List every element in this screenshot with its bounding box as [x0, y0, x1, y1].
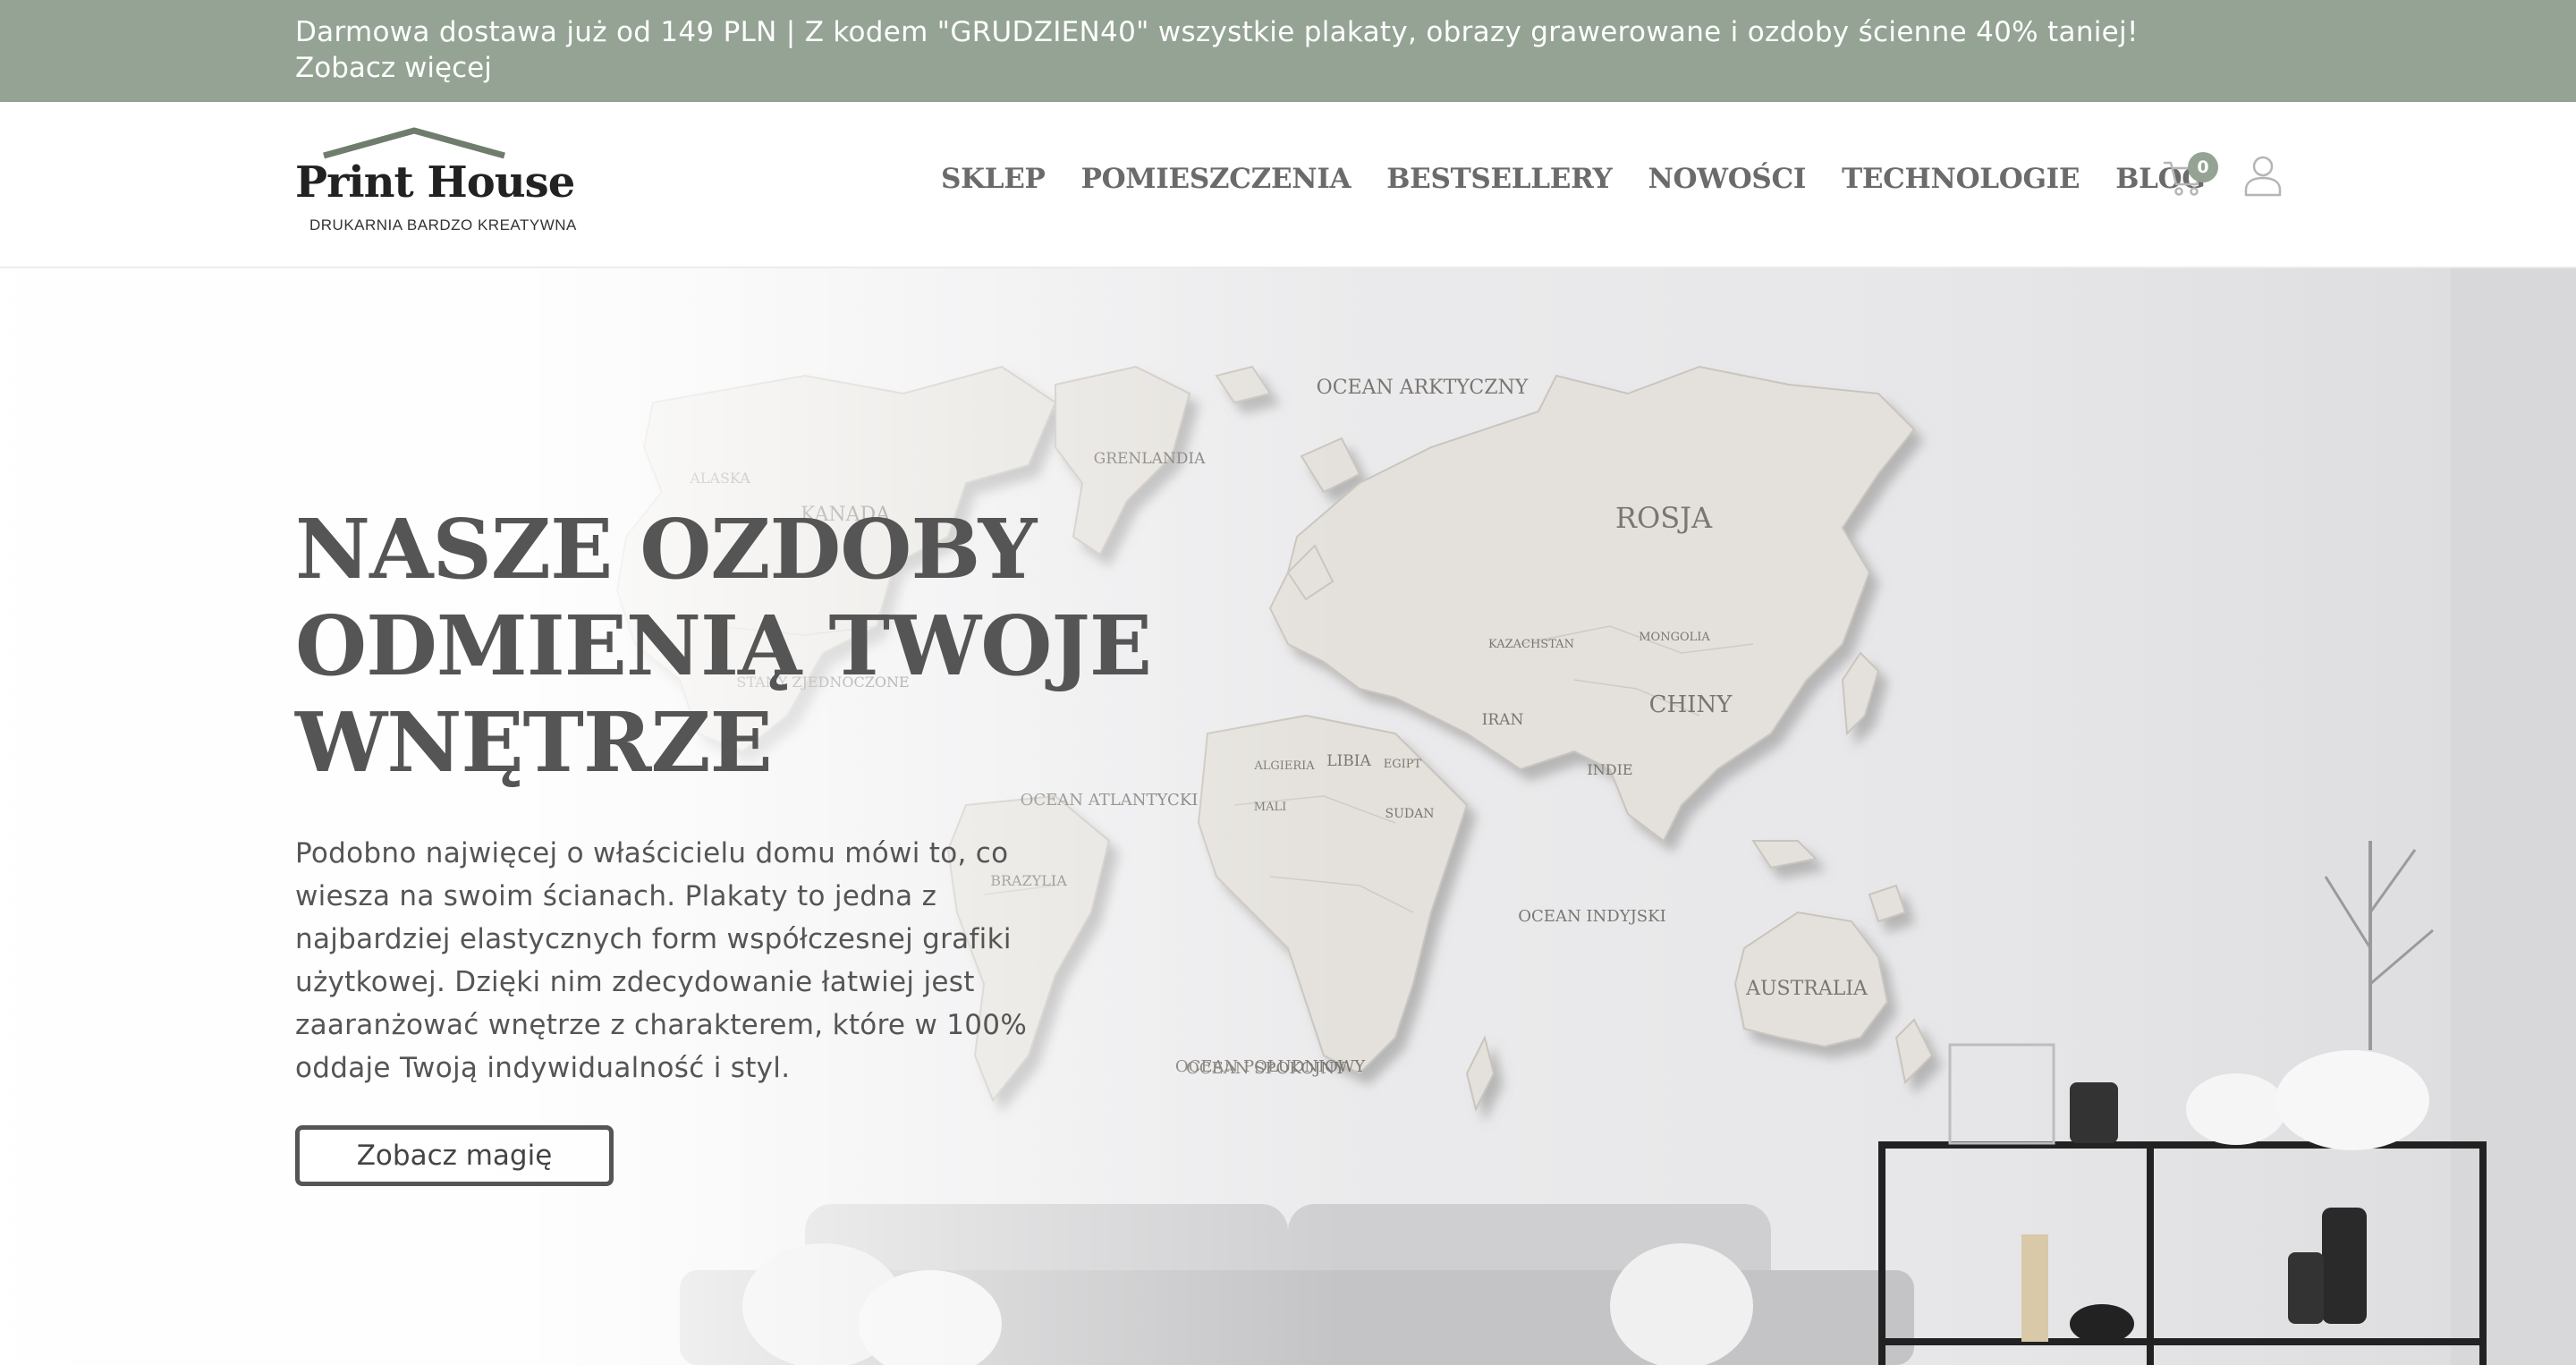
- promo-text: Darmowa dostawa już od 149 PLN | Z kodem…: [295, 16, 2139, 48]
- map-label-iran: IRAN: [1482, 711, 1524, 729]
- logo-tagline: DRUKARNIA BARDZO KREATYWNA: [309, 216, 577, 233]
- nav-item-sklep[interactable]: SKLEP: [941, 163, 1046, 195]
- map-label-indian: OCEAN INDYJSKI: [1518, 907, 1665, 926]
- nav-item-nowosci[interactable]: NOWOŚCI: [1648, 163, 1806, 195]
- main-nav: SKLEP POMIESZCZENIA BESTSELLERY NOWOŚCI …: [941, 163, 2241, 195]
- map-label-russia: ROSJA: [1615, 501, 1713, 535]
- hero-title-line: ODMIENIĄ TWOJE: [295, 598, 1152, 694]
- logo-name: Print House: [295, 157, 575, 208]
- map-label-kazakhstan: KAZACHSTAN: [1488, 638, 1574, 651]
- map-label-australia: AUSTRALIA: [1745, 978, 1868, 1000]
- map-label-mongolia: MONGOLIA: [1639, 631, 1710, 644]
- hero-description: Podobno najwięcej o właścicielu domu mów…: [295, 837, 1028, 1084]
- user-icon[interactable]: [2243, 154, 2283, 197]
- promo-bar: Darmowa dostawa już od 149 PLN | Z kodem…: [0, 0, 2576, 102]
- cart-count-badge: 0: [2188, 152, 2218, 182]
- hero-title-line: NASZE OZDOBY: [295, 501, 1037, 598]
- hero-fade-overlay: [0, 268, 1342, 1365]
- nav-item-bestsellery[interactable]: BESTSELLERY: [1386, 163, 1612, 195]
- hero-title: NASZE OZDOBY ODMIENIĄ TWOJE WNĘTRZE: [295, 501, 1152, 791]
- nav-item-technologie[interactable]: TECHNOLOGIE: [1842, 163, 2080, 195]
- map-label-arctic: OCEAN ARKTYCZNY: [1317, 377, 1529, 399]
- roof-icon: [323, 127, 505, 159]
- hero-section: OCEAN ARKTYCZNYGRENLANDIAALASKAKANADASTA…: [0, 268, 2576, 1365]
- see-magic-button[interactable]: Zobacz magię: [295, 1125, 614, 1186]
- nav-item-pomieszczenia[interactable]: POMIESZCZENIA: [1081, 163, 1352, 195]
- map-label-sudan: SUDAN: [1385, 807, 1435, 821]
- map-label-india: INDIE: [1587, 761, 1632, 778]
- map-label-china: CHINY: [1649, 691, 1733, 718]
- promo-link[interactable]: Zobacz więcej: [295, 50, 492, 86]
- map-label-egypt: EGIPT: [1384, 758, 1422, 771]
- logo[interactable]: Print House DRUKARNIA BARDZO KREATYWNA: [295, 127, 581, 240]
- site-header: Print House DRUKARNIA BARDZO KREATYWNA S…: [0, 102, 2576, 268]
- hero-title-line: WNĘTRZE: [295, 694, 773, 791]
